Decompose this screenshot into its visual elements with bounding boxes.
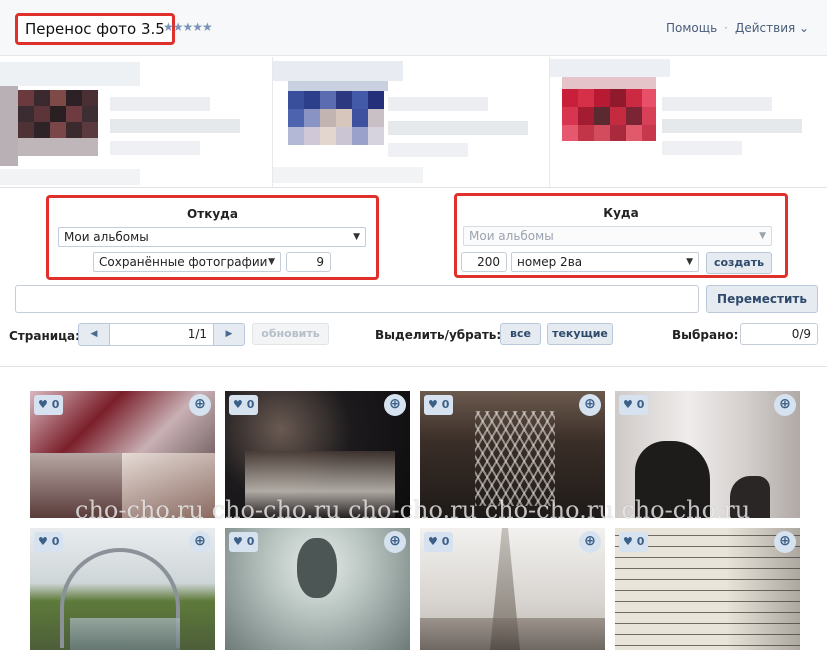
- source-folder-value: Сохранённые фотографии: [99, 255, 268, 269]
- help-link[interactable]: Помощь: [666, 21, 717, 35]
- zoom-icon[interactable]: ⊕: [579, 394, 601, 416]
- zoom-icon[interactable]: ⊕: [384, 394, 406, 416]
- page-label: Страница:: [9, 329, 80, 343]
- photo-thumbnail[interactable]: ♥ 0 ⊕: [225, 528, 410, 650]
- like-count: 0: [246, 535, 255, 548]
- source-album-select[interactable]: Мои альбомы ▼: [58, 227, 366, 247]
- triangle-right-icon: ▶: [225, 329, 233, 339]
- heart-icon: ♥: [233, 398, 243, 411]
- like-count: 0: [441, 398, 450, 411]
- app-header: Перенос фото 3.5 ★★★★★ Помощь · Действия…: [0, 0, 827, 56]
- like-count: 0: [51, 535, 60, 548]
- heart-icon: ♥: [623, 535, 633, 548]
- like-count: 0: [441, 535, 450, 548]
- section-divider: [0, 366, 827, 367]
- like-count: 0: [246, 398, 255, 411]
- like-badge[interactable]: ♥ 0: [424, 532, 454, 552]
- heart-icon: ♥: [623, 398, 633, 411]
- move-input[interactable]: [15, 285, 699, 313]
- photo-thumbnail[interactable]: ♥ 0 ⊕: [615, 528, 800, 650]
- target-album-select[interactable]: Мои альбомы ▼: [463, 226, 772, 246]
- target-title: Куда: [603, 206, 639, 220]
- source-title: Откуда: [187, 207, 238, 221]
- like-count: 0: [636, 398, 645, 411]
- like-badge[interactable]: ♥ 0: [34, 395, 64, 415]
- create-album-button[interactable]: создать: [706, 252, 772, 274]
- heart-icon: ♥: [38, 535, 48, 548]
- preview-thumbnail: [550, 57, 827, 187]
- zoom-icon[interactable]: ⊕: [384, 531, 406, 553]
- triangle-left-icon: ◀: [90, 329, 98, 339]
- caret-down-icon: ▼: [686, 257, 693, 267]
- like-badge[interactable]: ♥ 0: [34, 532, 64, 552]
- like-badge[interactable]: ♥ 0: [424, 395, 454, 415]
- source-album-value: Мои альбомы: [64, 230, 149, 244]
- like-badge[interactable]: ♥ 0: [229, 395, 259, 415]
- source-folder-select[interactable]: Сохранённые фотографии ▼: [93, 252, 281, 272]
- selected-label: Выбрано:: [672, 328, 739, 342]
- select-toggle-label: Выделить/убрать:: [375, 328, 502, 342]
- heart-icon: ♥: [428, 535, 438, 548]
- photo-thumbnail[interactable]: ♥ 0 ⊕: [420, 528, 605, 650]
- like-badge[interactable]: ♥ 0: [619, 395, 649, 415]
- selected-count-field: 0/9: [740, 323, 818, 345]
- actions-menu[interactable]: Действия ⌄: [735, 21, 809, 35]
- select-current-button[interactable]: текущие: [547, 323, 613, 345]
- select-all-button[interactable]: все: [500, 323, 541, 345]
- next-page-button[interactable]: ▶: [213, 323, 245, 346]
- caret-down-icon: ▼: [268, 257, 275, 267]
- header-separator: ·: [724, 21, 728, 35]
- preview-band: [0, 57, 827, 188]
- zoom-icon[interactable]: ⊕: [189, 531, 211, 553]
- zoom-icon[interactable]: ⊕: [189, 394, 211, 416]
- preview-thumbnail: [0, 57, 272, 187]
- source-count-field: 9: [286, 252, 331, 272]
- like-count: 0: [636, 535, 645, 548]
- photo-thumbnail[interactable]: ♥ 0 ⊕: [30, 528, 215, 650]
- heart-icon: ♥: [428, 398, 438, 411]
- watermark-text: cho-cho.ru cho-cho.ru cho-cho.ru cho-cho…: [75, 496, 751, 524]
- zoom-icon[interactable]: ⊕: [579, 531, 601, 553]
- target-album-value: Мои альбомы: [469, 229, 554, 243]
- like-badge[interactable]: ♥ 0: [619, 532, 649, 552]
- zoom-icon[interactable]: ⊕: [774, 531, 796, 553]
- refresh-button[interactable]: обновить: [252, 323, 329, 345]
- caret-down-icon: ▼: [759, 231, 766, 241]
- like-badge[interactable]: ♥ 0: [229, 532, 259, 552]
- caret-down-icon: ▼: [353, 232, 360, 242]
- like-count: 0: [51, 398, 60, 411]
- app-title: Перенос фото 3.5: [15, 13, 175, 45]
- target-album-name-select[interactable]: номер 2ва ▼: [511, 252, 699, 272]
- heart-icon: ♥: [233, 535, 243, 548]
- prev-page-button[interactable]: ◀: [78, 323, 110, 346]
- rating-stars-icon[interactable]: ★★★★★: [163, 20, 213, 34]
- target-album-name-value: номер 2ва: [517, 255, 583, 269]
- preview-thumbnail: [273, 57, 549, 187]
- target-count-field: 200: [461, 252, 507, 272]
- zoom-icon[interactable]: ⊕: [774, 394, 796, 416]
- page-number-field[interactable]: 1/1: [110, 323, 213, 346]
- heart-icon: ♥: [38, 398, 48, 411]
- move-button[interactable]: Переместить: [706, 285, 818, 313]
